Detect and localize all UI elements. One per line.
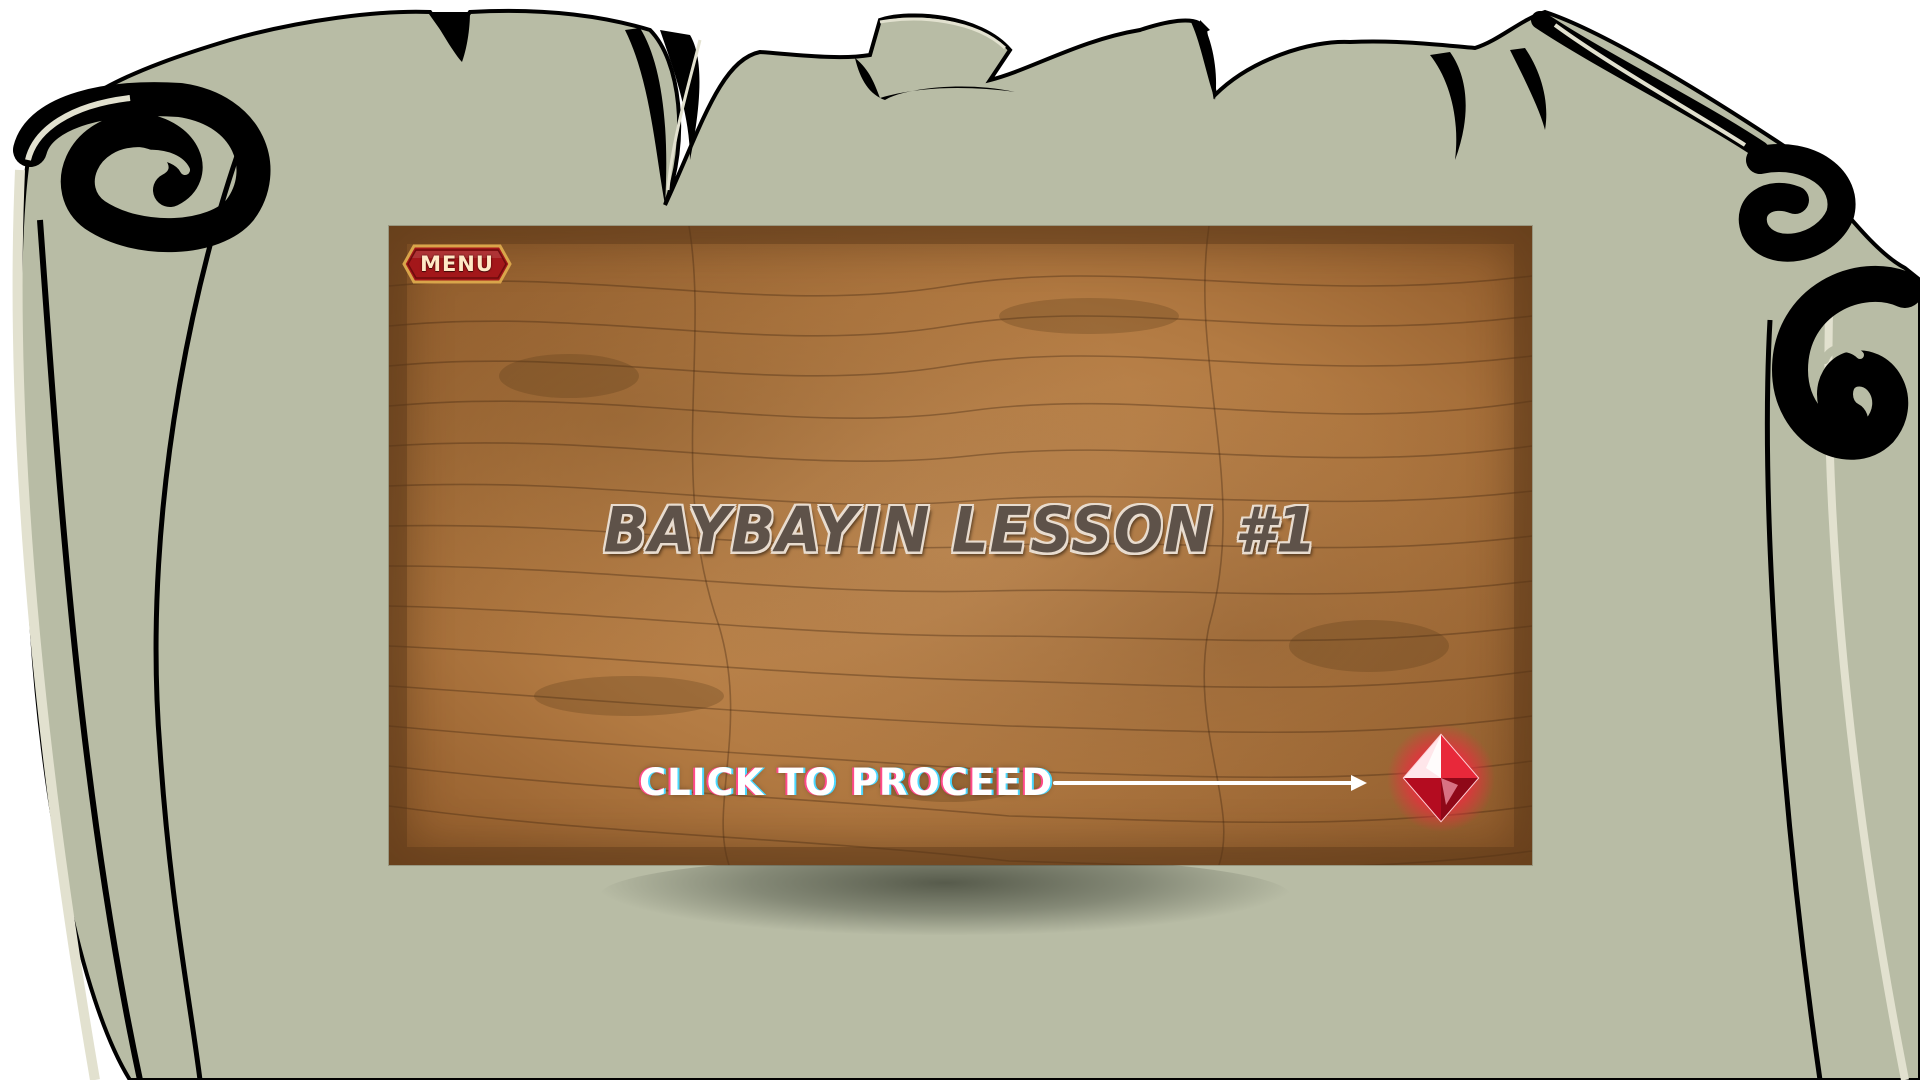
game-screen: MENU BAYBAYIN LESSON #1 CLICK TO PROCEED — [0, 0, 1920, 1080]
menu-button-label: MENU — [420, 252, 494, 276]
menu-button[interactable]: MENU — [402, 244, 512, 284]
right-arrow-icon — [1053, 775, 1367, 791]
lesson-title: BAYBAYIN LESSON #1 — [603, 493, 1318, 567]
proceed-gem-button[interactable] — [1386, 723, 1496, 833]
click-to-proceed-label: CLICK TO PROCEED — [639, 761, 1054, 804]
panel-drop-shadow — [600, 855, 1290, 935]
lesson-panel: MENU BAYBAYIN LESSON #1 CLICK TO PROCEED — [389, 226, 1532, 865]
